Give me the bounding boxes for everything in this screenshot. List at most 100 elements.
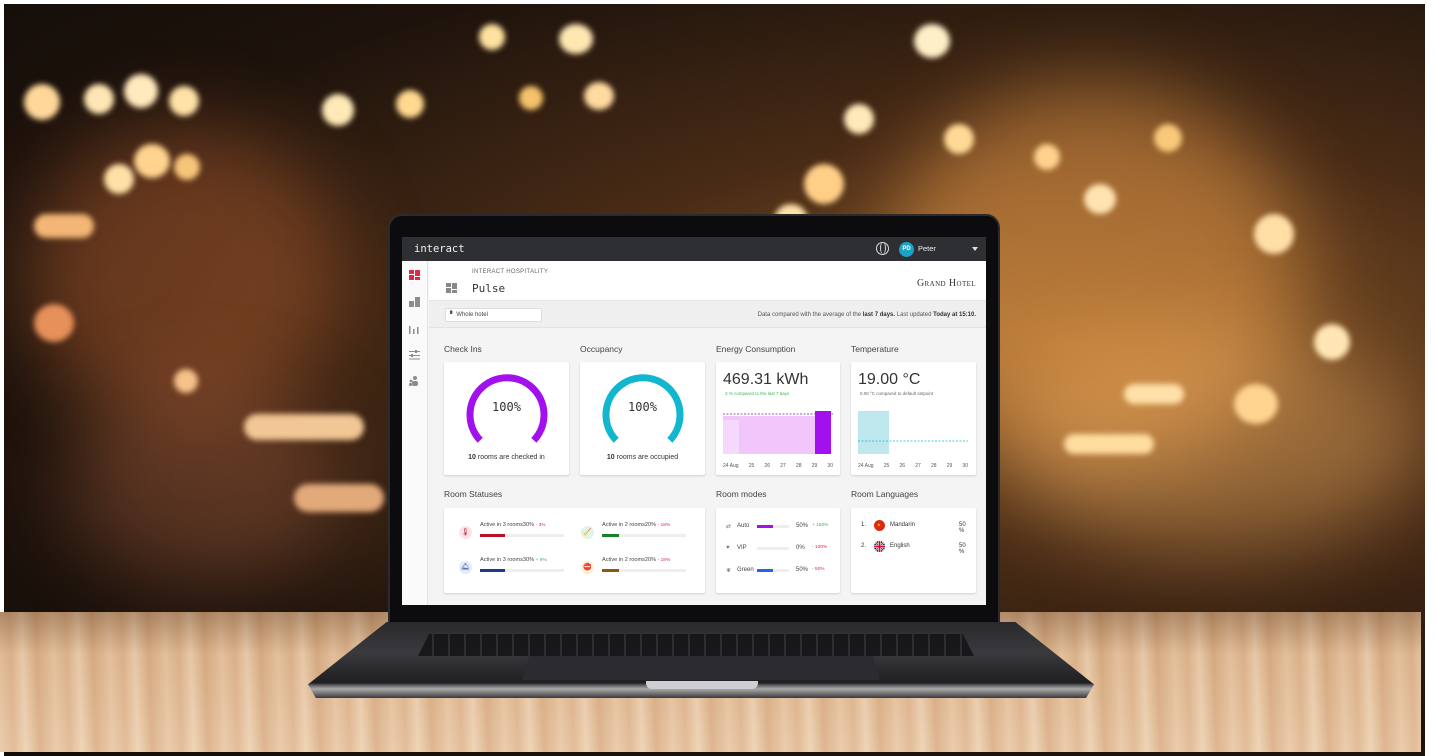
- energy-title: Energy Consumption: [716, 344, 796, 354]
- temperature-area: [858, 411, 889, 454]
- cleaning-icon: 🧹: [581, 526, 594, 539]
- app-brand[interactable]: interact: [414, 243, 465, 255]
- mode-bar: [757, 569, 789, 572]
- check-ins-caption-text: rooms are checked in: [475, 454, 545, 461]
- language-rank: 2.: [861, 543, 867, 549]
- status-text: Active in 3 rooms: [480, 522, 523, 528]
- temperature-x-label: 27: [915, 463, 921, 469]
- mode-pct: 50%: [796, 567, 809, 573]
- occupancy-title: Occupancy: [580, 344, 623, 354]
- laptop-trackpad: [522, 656, 880, 680]
- check-ins-value: 100%: [492, 400, 521, 414]
- status-text: Active in 2 rooms: [602, 557, 645, 563]
- occupancy-card[interactable]: 100% 10 rooms are occupied: [580, 362, 705, 475]
- bar-chart-icon[interactable]: [409, 324, 420, 334]
- temperature-card[interactable]: 19.00 °C 0.00 °C compared to default set…: [851, 362, 976, 475]
- laptop-screen: interact PD Peter INTERACT HOSPITALITY P…: [402, 237, 986, 605]
- avatar[interactable]: PD: [899, 242, 914, 257]
- temperature-chart: [858, 411, 968, 454]
- page-title: Pulse: [472, 282, 506, 295]
- mode-pct: 0%: [796, 545, 805, 551]
- energy-value: 469.31 kWh: [723, 371, 809, 388]
- uk-flag-icon: [874, 541, 885, 552]
- language-rank: 1.: [861, 522, 867, 528]
- status-bar-fill: [480, 569, 506, 572]
- status-item[interactable]: 🛎 Active in 3 rooms30% + 9%: [459, 557, 579, 579]
- status-delta: - 3%: [535, 523, 546, 528]
- sliders-icon[interactable]: [409, 350, 420, 360]
- room-languages-title: Room Languages: [851, 489, 919, 499]
- location-select[interactable]: ▘ Whole hotel: [445, 308, 542, 322]
- users-icon[interactable]: [409, 376, 420, 386]
- mode-item[interactable]: ♥ VIP 0% - 100%: [726, 545, 836, 557]
- hotel-logo: Grand Hotel: [916, 278, 976, 289]
- energy-x-label: 30: [827, 463, 833, 469]
- sidebar: [402, 261, 428, 605]
- chevron-down-icon[interactable]: [972, 247, 978, 251]
- room-modes-card[interactable]: ⇄ Auto 50% + 150% ♥ VIP 0% - 100% ❦ Gree…: [716, 508, 840, 593]
- info-prefix: Data compared with the average of the: [757, 312, 863, 318]
- dashboard-icon[interactable]: [409, 270, 420, 280]
- temperature-x-label: 26: [899, 463, 906, 469]
- status-bar: [602, 569, 686, 572]
- globe-icon[interactable]: [876, 242, 889, 255]
- building-icon[interactable]: [409, 297, 420, 307]
- room-statuses-card[interactable]: 🌡 Active in 3 rooms30% - 3% 🧹 Active in …: [444, 508, 705, 593]
- mode-delta: - 100%: [812, 545, 828, 550]
- status-bar-fill: [602, 534, 619, 537]
- energy-x-label: 28: [795, 463, 802, 469]
- china-flag-icon: ★: [874, 520, 885, 531]
- language-pct: 50 %: [959, 543, 966, 555]
- check-ins-caption: 10 rooms are checked in: [444, 454, 569, 461]
- language-item[interactable]: 2. English 50 %: [861, 541, 971, 555]
- status-bar-fill: [602, 569, 619, 572]
- room-languages-card[interactable]: 1. ★ Mandarin 50 % 2. English 50 %: [851, 508, 976, 593]
- dashboard-icon: [446, 283, 458, 293]
- status-bar-fill: [480, 534, 506, 537]
- temperature-note: 0.00 °C compared to default setpoint: [860, 391, 934, 396]
- status-item[interactable]: 🧹 Active in 2 rooms20% - 18%: [581, 522, 701, 544]
- mode-label: VIP: [737, 545, 747, 551]
- temperature-x-label: 29: [946, 463, 953, 469]
- energy-note: 3 % compared to the last 7 days: [725, 391, 790, 396]
- language-item[interactable]: 1. ★ Mandarin 50 %: [861, 520, 971, 534]
- occupancy-value: 100%: [628, 400, 657, 414]
- temperature-x-label: 24 Aug: [858, 463, 874, 469]
- status-bar: [480, 569, 564, 572]
- temperature-x-label: 28: [930, 463, 937, 469]
- check-ins-title: Check Ins: [444, 344, 482, 354]
- energy-x-label: 26: [764, 463, 771, 469]
- thermometer-icon: 🌡: [459, 526, 472, 539]
- status-delta: + 9%: [535, 558, 547, 563]
- energy-card[interactable]: 469.31 kWh 3 % compared to the last 7 da…: [716, 362, 840, 475]
- mode-item[interactable]: ❦ Green 50% - 50%: [726, 567, 836, 579]
- location-select-value: Whole hotel: [456, 312, 488, 318]
- mode-label: Green: [737, 567, 754, 573]
- leaf-icon: ❦: [726, 568, 732, 574]
- status-pct: 30%: [522, 557, 535, 563]
- vip-icon: ♥: [726, 545, 730, 551]
- language-name: English: [890, 543, 910, 549]
- info-mid: Last updated: [895, 312, 934, 318]
- status-bar: [480, 534, 564, 537]
- page-header: INTERACT HOSPITALITY Pulse Grand Hotel: [429, 261, 986, 301]
- mode-bar: [757, 547, 789, 550]
- temperature-x-label: 25: [883, 463, 890, 469]
- info-period: last 7 days.: [862, 312, 896, 318]
- status-delta: - 18%: [657, 523, 671, 528]
- energy-chart: [723, 411, 833, 454]
- status-text: Active in 3 rooms: [480, 557, 523, 563]
- top-bar: interact PD Peter: [402, 237, 986, 261]
- room-statuses-title: Room Statuses: [444, 489, 503, 499]
- mode-delta: + 150%: [812, 523, 829, 528]
- energy-x-axis: 24 Aug 25 26 27 28 29 30: [723, 463, 833, 469]
- status-item[interactable]: ⛔ Active in 2 rooms20% - 18%: [581, 557, 701, 579]
- filter-bar: ▘ Whole hotel Data compared with the ave…: [429, 301, 986, 328]
- mode-item[interactable]: ⇄ Auto 50% + 150%: [726, 523, 836, 535]
- do-not-disturb-icon: ⛔: [581, 561, 594, 574]
- check-ins-card[interactable]: 100% 10 rooms are checked in: [444, 362, 569, 475]
- status-item[interactable]: 🌡 Active in 3 rooms30% - 3%: [459, 522, 579, 544]
- energy-x-label: 25: [748, 463, 755, 469]
- occupancy-caption: 10 rooms are occupied: [580, 454, 705, 461]
- user-name[interactable]: Peter: [918, 244, 936, 253]
